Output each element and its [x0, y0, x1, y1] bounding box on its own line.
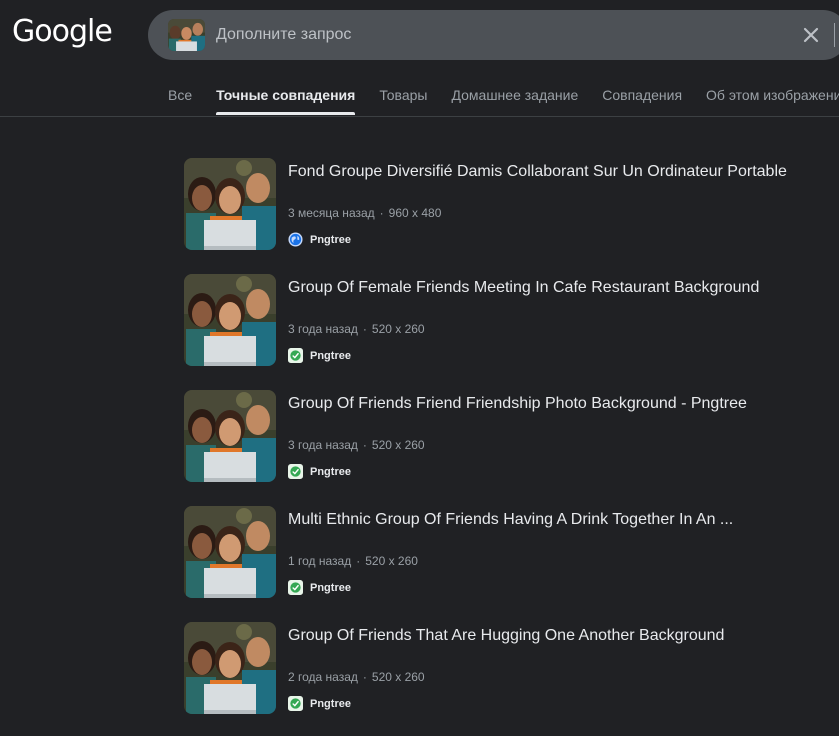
- tab-products[interactable]: Товары: [379, 86, 427, 114]
- tab-homework[interactable]: Домашнее задание: [451, 86, 578, 114]
- search-divider: [834, 23, 835, 47]
- result-item[interactable]: Multi Ethnic Group Of Friends Having A D…: [184, 506, 839, 598]
- result-title[interactable]: Group Of Friends Friend Friendship Photo…: [288, 394, 839, 414]
- result-age: 3 месяца назад: [288, 206, 375, 220]
- source-name: Pngtree: [310, 349, 351, 362]
- result-age: 1 год назад: [288, 554, 352, 568]
- result-item[interactable]: Fond Groupe Diversifié Damis Collaborant…: [184, 158, 839, 250]
- page: Google Все Точные совпадения: [0, 0, 839, 736]
- pngtree-icon: [288, 696, 303, 711]
- result-meta: 3 года назад · 520 x 260: [288, 321, 425, 337]
- tab-about-image[interactable]: Об этом изображении: [706, 86, 839, 114]
- result-item[interactable]: Group Of Female Friends Meeting In Cafe …: [184, 274, 839, 366]
- result-title[interactable]: Multi Ethnic Group Of Friends Having A D…: [288, 510, 839, 530]
- meta-separator: ·: [379, 206, 384, 220]
- source-name: Pngtree: [310, 465, 351, 478]
- source-name: Pngtree: [310, 233, 351, 246]
- meta-separator: ·: [362, 322, 367, 336]
- pngtree-icon: [288, 464, 303, 479]
- tab-all[interactable]: Все: [168, 86, 192, 114]
- meta-separator: ·: [356, 554, 361, 568]
- result-dimensions: 520 x 260: [371, 438, 425, 452]
- result-title[interactable]: Group Of Friends That Are Hugging One An…: [288, 626, 839, 646]
- result-title[interactable]: Fond Groupe Diversifié Damis Collaborant…: [288, 162, 839, 182]
- result-meta: 1 год назад · 520 x 260: [288, 553, 418, 569]
- search-input[interactable]: [216, 23, 776, 47]
- result-age: 3 года назад: [288, 322, 358, 336]
- result-title[interactable]: Group Of Female Friends Meeting In Cafe …: [288, 278, 839, 298]
- meta-separator: ·: [362, 670, 367, 684]
- result-item[interactable]: Group Of Friends Friend Friendship Photo…: [184, 390, 839, 482]
- tabs-divider: [0, 116, 839, 117]
- result-source[interactable]: Pngtree: [288, 580, 351, 595]
- tab-exact-matches[interactable]: Точные совпадения: [216, 86, 356, 115]
- result-source[interactable]: Pngtree: [288, 348, 351, 363]
- result-meta: 2 года назад · 520 x 260: [288, 669, 425, 685]
- result-meta: 3 года назад · 520 x 260: [288, 437, 425, 453]
- result-thumbnail[interactable]: [184, 158, 276, 250]
- result-meta: 3 месяца назад · 960 x 480: [288, 205, 441, 221]
- result-thumbnail[interactable]: [184, 274, 276, 366]
- result-age: 2 года назад: [288, 670, 358, 684]
- query-image-thumbnail[interactable]: [168, 19, 205, 51]
- tabs-bar: Все Точные совпадения Товары Домашнее за…: [168, 86, 839, 115]
- close-icon[interactable]: [799, 23, 823, 47]
- result-thumbnail[interactable]: [184, 390, 276, 482]
- result-dimensions: 520 x 260: [365, 554, 418, 568]
- result-item[interactable]: Group Of Friends That Are Hugging One An…: [184, 622, 839, 714]
- search-bar[interactable]: [148, 10, 839, 60]
- result-dimensions: 960 x 480: [388, 206, 442, 220]
- result-dimensions: 520 x 260: [371, 670, 425, 684]
- pngtree-icon: [288, 348, 303, 363]
- source-name: Pngtree: [310, 581, 351, 594]
- result-thumbnail[interactable]: [184, 506, 276, 598]
- result-dimensions: 520 x 260: [371, 322, 425, 336]
- result-thumbnail[interactable]: [184, 622, 276, 714]
- results-list: Fond Groupe Diversifié Damis Collaborant…: [184, 158, 839, 736]
- tab-matches[interactable]: Совпадения: [602, 86, 682, 114]
- result-source[interactable]: Pngtree: [288, 696, 351, 711]
- result-source[interactable]: Pngtree: [288, 232, 351, 247]
- source-name: Pngtree: [310, 697, 351, 710]
- meta-separator: ·: [362, 438, 367, 452]
- pngtree-icon: [288, 580, 303, 595]
- result-age: 3 года назад: [288, 438, 358, 452]
- result-source[interactable]: Pngtree: [288, 464, 351, 479]
- globe-icon: [288, 232, 303, 247]
- google-logo[interactable]: Google: [12, 14, 113, 49]
